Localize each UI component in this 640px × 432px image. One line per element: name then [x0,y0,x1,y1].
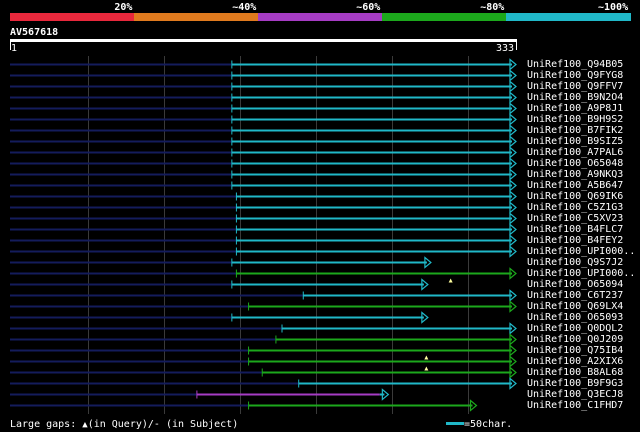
hit-label[interactable]: UniRef100_C5Z1G3 [527,202,623,213]
hit-label[interactable]: UniRef100_B8AL68 [527,367,623,378]
hit-label[interactable]: UniRef100_Q94B05 [527,59,623,70]
gap-marker [448,278,453,283]
query-ruler [10,39,517,42]
blast-graphic: { "scale": { "labels": ["20%", "~40%", "… [0,0,640,432]
hit-label[interactable]: UniRef100_C1FHD7 [527,400,623,411]
hit-label[interactable]: UniRef100_B9F9G3 [527,378,623,389]
query-start-label: 1 [11,43,18,54]
hit-label[interactable]: UniRef100_Q9FYG8 [527,70,623,81]
hit-label[interactable]: UniRef100_UPI000.. [527,246,635,257]
hit-label[interactable]: UniRef100_O65093 [527,312,623,323]
scale-legend: =50char. [446,419,512,430]
hit-label[interactable]: UniRef100_A5B647 [527,180,623,191]
hit-label[interactable]: UniRef100_Q75IB4 [527,345,623,356]
hit-label[interactable]: UniRef100_B9N2O4 [527,92,623,103]
large-gaps-legend: Large gaps: ▲(in Query)/- (in Subject) [10,419,238,431]
hit-label[interactable]: UniRef100_Q9S7J2 [527,257,623,268]
hit-label[interactable]: UniRef100_A7PAL6 [527,147,623,158]
hit-label[interactable]: UniRef100_Q69LX4 [527,301,623,312]
hit-label[interactable]: UniRef100_C6T237 [527,290,623,301]
large-gaps-label: Large gaps: [10,419,77,430]
hit-label[interactable]: UniRef100_B7FIK2 [527,125,623,136]
hit-label[interactable]: UniRef100_Q0J209 [527,334,623,345]
hit-label[interactable]: UniRef100_A2XIX6 [527,356,623,367]
hit-label[interactable]: UniRef100_B4FLC7 [527,224,623,235]
gap-query-label: (in Query)/ [87,419,154,430]
hit-label[interactable]: UniRef100_A9P8J1 [527,103,623,114]
hit-label[interactable]: UniRef100_Q3ECJ8 [527,389,623,400]
scale-legend-label: =50char. [464,419,513,430]
hit-label[interactable]: UniRef100_Q9FFV7 [527,81,623,92]
hit-label[interactable]: UniRef100_B9H9S2 [527,114,623,125]
hit-label[interactable]: UniRef100_UPI000.. [527,268,635,279]
scale-bar-icon [446,421,464,425]
hit-label[interactable]: UniRef100_O65094 [527,279,623,290]
gap-marker [424,366,429,371]
gap-marker [424,355,429,360]
query-end-label: 333 [496,43,515,54]
hit-label[interactable]: UniRef100_Q69IK6 [527,191,623,202]
hit-label[interactable]: UniRef100_B9SIZ5 [527,136,623,147]
hit-label[interactable]: UniRef100_O65048 [527,158,623,169]
gap-subject-label: - (in Subject) [153,419,239,430]
hit-label[interactable]: UniRef100_A9NKQ3 [527,169,623,180]
hit-label[interactable]: UniRef100_Q0DQL2 [527,323,623,334]
hit-label[interactable]: UniRef100_B4FEY2 [527,235,623,246]
hit-label[interactable]: UniRef100_C5XV23 [527,213,623,224]
